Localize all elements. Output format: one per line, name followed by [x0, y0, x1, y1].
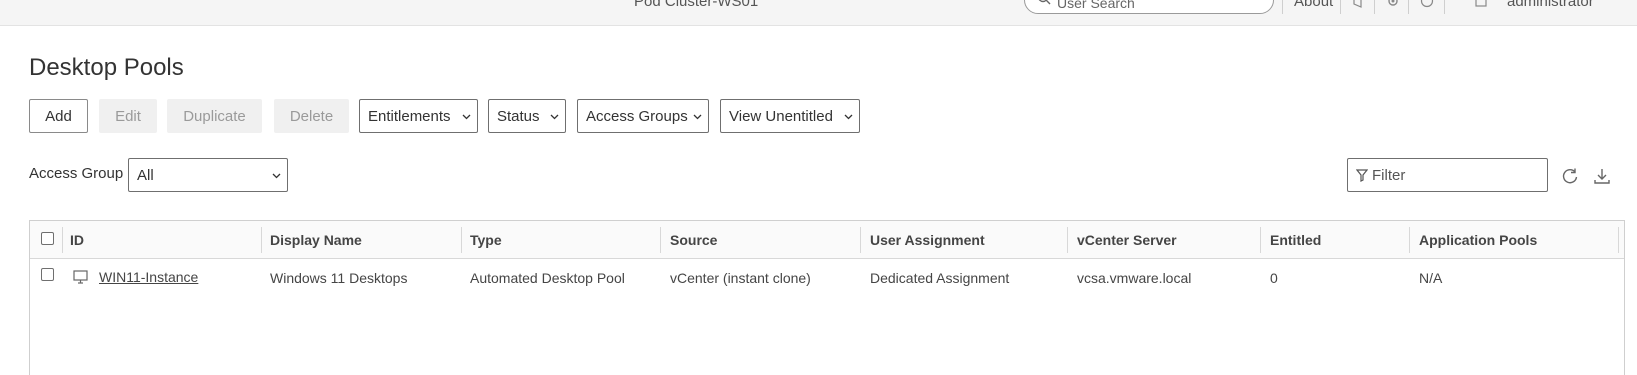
- cell-entitled: 0: [1270, 270, 1278, 286]
- cell-type: Automated Desktop Pool: [470, 270, 625, 286]
- column-divider: [1260, 227, 1261, 253]
- desktop-pools-table: ID Display Name Type Source User Assignm…: [29, 220, 1625, 375]
- download-icon[interactable]: [1593, 167, 1611, 185]
- access-group-select[interactable]: All: [128, 158, 288, 192]
- entitlements-dropdown[interactable]: Entitlements: [359, 99, 478, 133]
- pool-id-link[interactable]: WIN11-Instance: [99, 258, 198, 296]
- edit-button[interactable]: Edit: [99, 99, 157, 133]
- access-group-label: Access Group: [29, 165, 124, 182]
- chevron-down-icon: [272, 173, 281, 179]
- page-title: Desktop Pools: [29, 54, 184, 81]
- entitlements-label: Entitlements: [368, 107, 451, 125]
- divider: [1340, 0, 1341, 14]
- desktop-icon: [73, 270, 88, 284]
- refresh-icon[interactable]: [1561, 167, 1579, 185]
- gear-icon[interactable]: [1386, 0, 1400, 8]
- column-divider: [1618, 227, 1619, 253]
- table-header: ID Display Name Type Source User Assignm…: [30, 221, 1624, 259]
- search-icon: [1038, 0, 1051, 5]
- chevron-down-icon: [844, 114, 853, 120]
- column-divider: [62, 227, 63, 253]
- column-header-entitled[interactable]: Entitled: [1270, 221, 1321, 259]
- cell-application-pools: N/A: [1419, 270, 1443, 286]
- help-icon[interactable]: [1420, 0, 1434, 8]
- column-header-type[interactable]: Type: [470, 221, 502, 259]
- divider: [1444, 0, 1445, 14]
- row-checkbox[interactable]: [41, 268, 54, 281]
- column-divider: [860, 227, 861, 253]
- column-divider: [1067, 227, 1068, 253]
- divider: [1374, 0, 1375, 14]
- status-label: Status: [497, 107, 540, 125]
- column-header-vcenter-server[interactable]: vCenter Server: [1077, 221, 1177, 259]
- cell-display-name: Windows 11 Desktops: [270, 270, 408, 286]
- column-header-user-assignment[interactable]: User Assignment: [870, 221, 985, 259]
- user-icon[interactable]: [1474, 0, 1488, 8]
- column-header-display-name[interactable]: Display Name: [270, 221, 362, 259]
- chevron-down-icon: [550, 114, 559, 120]
- filter-input[interactable]: Filter: [1347, 158, 1548, 192]
- column-divider: [261, 227, 262, 253]
- filter-icon: [1356, 169, 1368, 182]
- access-groups-dropdown[interactable]: Access Groups: [577, 99, 709, 133]
- access-groups-label: Access Groups: [586, 107, 688, 125]
- duplicate-button[interactable]: Duplicate: [167, 99, 262, 133]
- pod-name: Pod Cluster-WS01: [634, 0, 759, 10]
- select-all-checkbox[interactable]: [41, 232, 54, 245]
- chevron-down-icon: [693, 114, 702, 120]
- top-header-bar: Pod Cluster-WS01 User Search About admin…: [0, 0, 1637, 26]
- column-divider: [461, 227, 462, 253]
- column-header-id[interactable]: ID: [70, 221, 84, 259]
- user-search-input[interactable]: User Search: [1024, 0, 1274, 14]
- view-unentitled-dropdown[interactable]: View Unentitled: [720, 99, 860, 133]
- status-dropdown[interactable]: Status: [488, 99, 566, 133]
- divider: [1408, 0, 1409, 14]
- filter-placeholder: Filter: [1372, 166, 1406, 184]
- column-divider: [1409, 227, 1410, 253]
- cell-source: vCenter (instant clone): [670, 270, 811, 286]
- cell-user-assignment: Dedicated Assignment: [870, 270, 1010, 286]
- cell-vcenter-server: vcsa.vmware.local: [1077, 270, 1192, 286]
- access-group-value: All: [137, 166, 154, 184]
- divider: [1282, 0, 1283, 14]
- column-header-source[interactable]: Source: [670, 221, 717, 259]
- add-button[interactable]: Add: [29, 99, 88, 133]
- notification-icon[interactable]: [1352, 0, 1366, 8]
- chevron-down-icon: [462, 114, 471, 120]
- about-link[interactable]: About: [1294, 0, 1333, 10]
- user-name[interactable]: administrator: [1507, 0, 1594, 10]
- column-divider: [660, 227, 661, 253]
- column-header-application-pools[interactable]: Application Pools: [1419, 221, 1537, 259]
- user-search-placeholder: User Search: [1057, 0, 1135, 11]
- delete-button[interactable]: Delete: [274, 99, 349, 133]
- view-unentitled-label: View Unentitled: [729, 107, 833, 125]
